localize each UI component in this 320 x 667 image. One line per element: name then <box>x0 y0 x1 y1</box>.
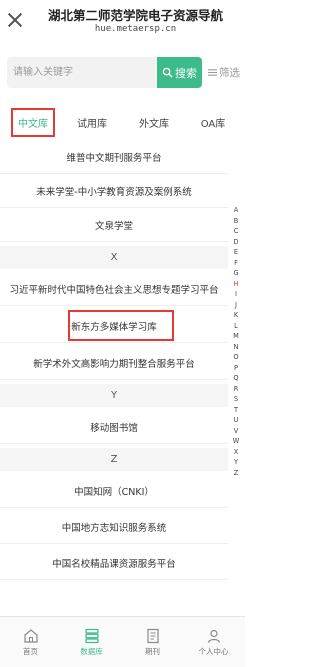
index-letter[interactable]: D <box>231 237 241 248</box>
nav-profile-label: 个人中心 <box>198 647 229 656</box>
tab-foreign[interactable]: 外文库 <box>128 107 180 137</box>
index-letter[interactable]: I <box>231 289 241 300</box>
search-box <box>7 57 157 88</box>
index-letter[interactable]: H <box>231 279 241 290</box>
tab-trial[interactable]: 试用库 <box>66 107 118 137</box>
index-letter[interactable]: Z <box>231 468 241 479</box>
index-letter[interactable]: N <box>231 342 241 353</box>
nav-database-label: 数据库 <box>80 647 103 656</box>
index-letter[interactable]: S <box>231 394 241 405</box>
search-button-label: 搜索 <box>175 66 197 80</box>
group-header-y: Y <box>0 384 228 407</box>
index-letter[interactable]: P <box>231 363 241 374</box>
list-item[interactable]: 文泉学堂 <box>0 208 228 242</box>
index-letter[interactable]: K <box>231 310 241 321</box>
page-title: 湖北第二师范学院电子资源导航 <box>47 8 223 23</box>
user-icon <box>207 629 220 643</box>
nav-journal[interactable]: 期刊 <box>122 617 183 667</box>
close-button[interactable] <box>7 12 23 28</box>
list-item[interactable]: 习近平新时代中国特色社会主义思想专题学习平台 <box>0 272 228 306</box>
index-letter[interactable]: G <box>231 268 241 279</box>
annotation-box-tab <box>11 108 55 137</box>
index-letter[interactable]: X <box>231 447 241 458</box>
index-letter[interactable]: O <box>231 352 241 363</box>
alphabet-index[interactable]: ABCDEFGHIJKLMNOPQRSTUVWXYZ <box>231 205 241 478</box>
index-letter[interactable]: T <box>231 405 241 416</box>
index-letter[interactable]: Y <box>231 457 241 468</box>
home-icon <box>23 629 38 643</box>
header: 湖北第二师范学院电子资源导航 hue.metaersp.cn <box>0 0 245 46</box>
group-header-x: X <box>0 246 228 269</box>
index-letter[interactable]: F <box>231 258 241 269</box>
filter-button[interactable]: 筛选 <box>204 57 244 88</box>
nav-journal-label: 期刊 <box>145 647 160 656</box>
index-letter[interactable]: Q <box>231 373 241 384</box>
index-letter[interactable]: J <box>231 300 241 311</box>
list-item[interactable]: 未来学堂-中小学教育资源及案例系统 <box>0 174 228 208</box>
journal-icon <box>146 628 159 644</box>
filter-icon <box>208 69 217 76</box>
nav-home[interactable]: 首页 <box>0 617 61 667</box>
index-letter[interactable]: V <box>231 426 241 437</box>
index-letter[interactable]: L <box>231 321 241 332</box>
list-item[interactable]: 移动图书馆 <box>0 410 228 444</box>
index-letter[interactable]: U <box>231 415 241 426</box>
bottom-nav: 首页 数据库 期刊 个人中心 <box>0 616 245 667</box>
database-icon <box>84 628 99 644</box>
index-letter[interactable]: M <box>231 331 241 342</box>
search-icon <box>162 67 173 78</box>
index-letter[interactable]: B <box>231 216 241 227</box>
list-item[interactable]: 维普中文期刊服务平台 <box>0 140 228 174</box>
index-letter[interactable]: E <box>231 247 241 258</box>
nav-profile[interactable]: 个人中心 <box>183 617 244 667</box>
nav-database[interactable]: 数据库 <box>61 617 122 667</box>
nav-home-label: 首页 <box>23 647 38 656</box>
list-item[interactable]: 中国知网（CNKI） <box>0 474 228 508</box>
tab-oa[interactable]: OA库 <box>188 107 238 137</box>
list-item[interactable]: 中国名校精品课资源服务平台 <box>0 546 228 580</box>
index-letter[interactable]: A <box>231 205 241 216</box>
index-letter[interactable]: W <box>231 436 241 447</box>
list-item[interactable]: 中国地方志知识服务系统 <box>0 510 228 544</box>
group-header-z: Z <box>0 448 228 471</box>
index-letter[interactable]: C <box>231 226 241 237</box>
page-subtitle: hue.metaersp.cn <box>94 24 177 34</box>
index-letter[interactable]: R <box>231 384 241 395</box>
list-item[interactable]: 新学术外文高影响力期刊整合服务平台 <box>0 346 228 380</box>
filter-button-label: 筛选 <box>219 67 240 79</box>
search-input[interactable] <box>13 57 153 88</box>
annotation-box-item <box>68 310 174 341</box>
search-bar: 搜索 筛选 <box>7 57 243 88</box>
search-button[interactable]: 搜索 <box>157 57 202 88</box>
